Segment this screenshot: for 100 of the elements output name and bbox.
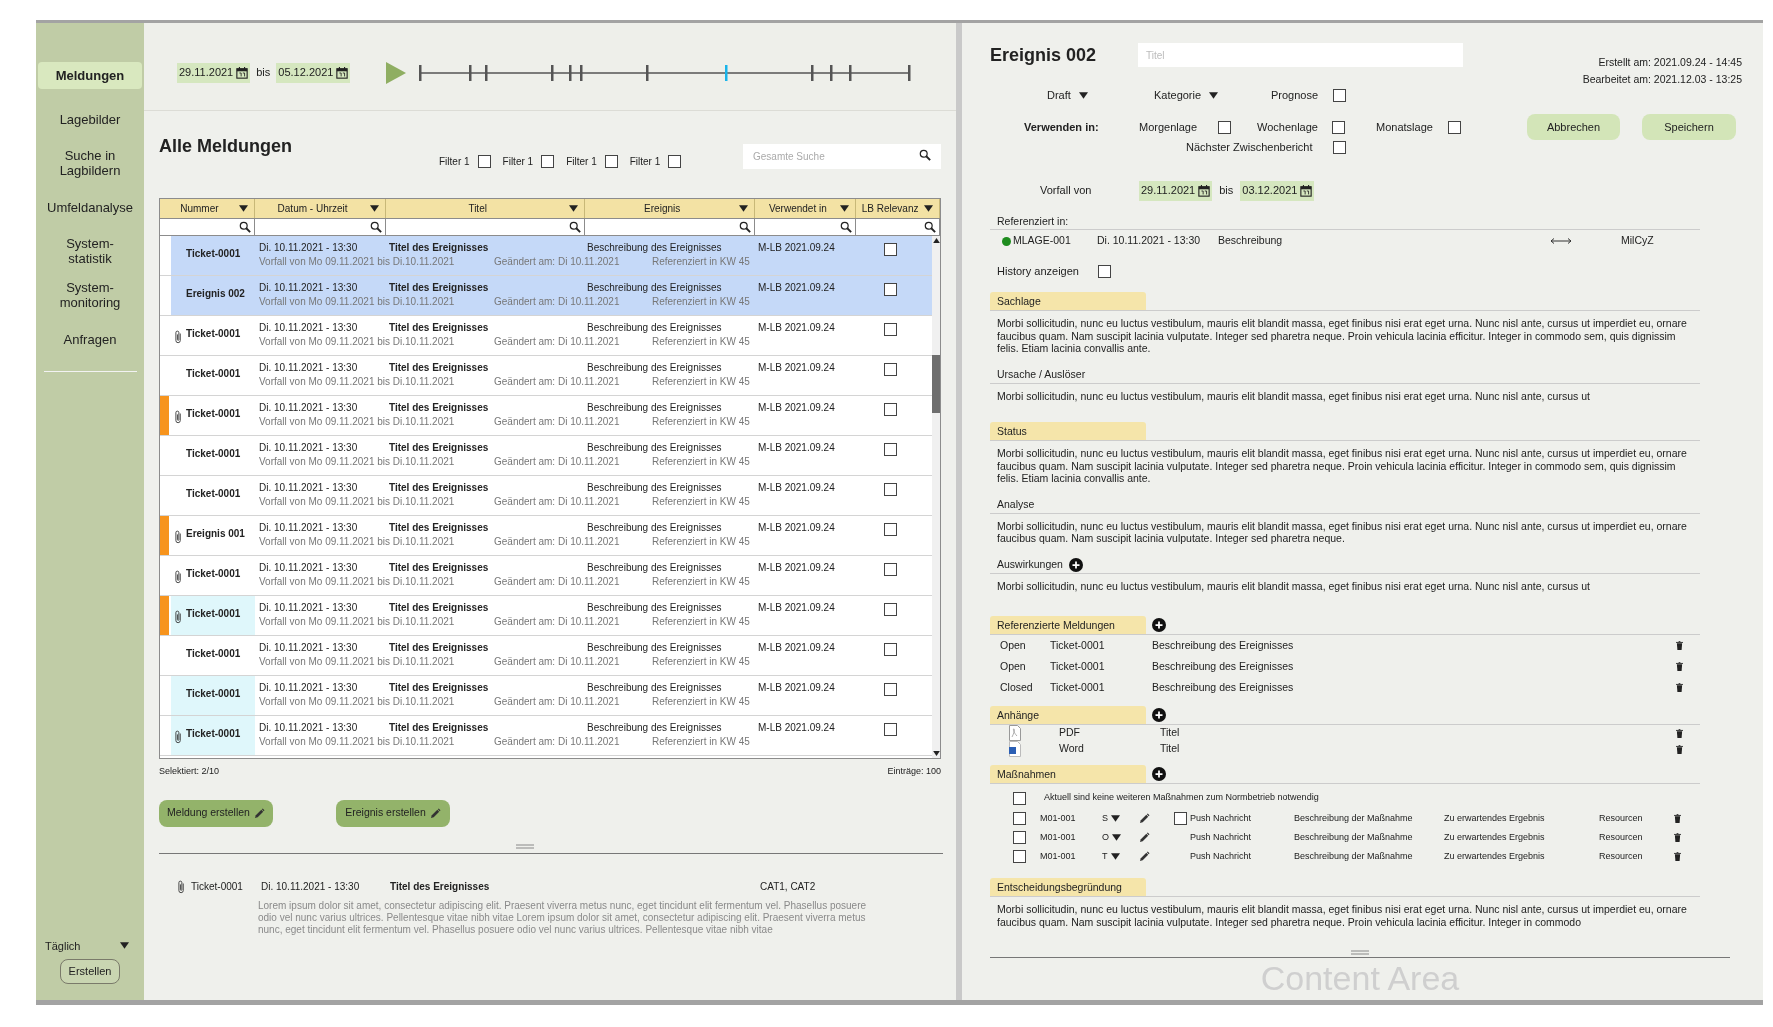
timeline-tick[interactable] xyxy=(485,64,488,81)
add-icon[interactable] xyxy=(1152,618,1166,632)
create-button[interactable]: Erstellen xyxy=(60,959,120,984)
table-row[interactable]: Ticket-0001 Di. 10.11.2021 - 13:30 Titel des Ereignisses Beschreibung des Ereignisses M-LB 2021.09.24 Vorfall von Mo 09.11.2021 bis Di.10.11.2021 Geändert am: Di 10.11.2021 Referenziert in KW 45 xyxy=(171,556,932,595)
caret-icon[interactable] xyxy=(840,205,850,212)
table-row[interactable]: Ticket-0001 Di. 10.11.2021 - 13:30 Titel des Ereignisses Beschreibung des Ereignisses M-LB 2021.09.24 Vorfall von Mo 09.11.2021 bis Di.10.11.2021 Geändert am: Di 10.11.2021 Referenziert in KW 45 xyxy=(171,676,932,715)
add-icon[interactable] xyxy=(1152,708,1166,722)
trash-icon[interactable] xyxy=(1676,683,1683,692)
table-row[interactable]: Ereignis 002 Di. 10.11.2021 - 13:30 Titel des Ereignisses Beschreibung des Ereignisses M-LB 2021.09.24 Vorfall von Mo 09.11.2021 bis Di.10.11.2021 Geändert am: Di 10.11.2021 Referenziert in KW 45 xyxy=(171,276,932,315)
checkbox[interactable] xyxy=(884,362,897,376)
checkbox[interactable] xyxy=(884,242,897,256)
sidebar-item[interactable]: Lagebilder xyxy=(38,111,142,127)
timeline-tick[interactable] xyxy=(419,64,422,81)
table-row[interactable]: Ticket-0001 Di. 10.11.2021 - 13:30 Titel des Ereignisses Beschreibung des Ereignisses M-LB 2021.09.24 Vorfall von Mo 09.11.2021 bis Di.10.11.2021 Geändert am: Di 10.11.2021 Referenziert in KW 45 xyxy=(171,436,932,475)
timeline-tick[interactable] xyxy=(849,64,852,81)
trash-icon[interactable] xyxy=(1674,814,1681,823)
sidebar-item[interactable]: System- monitoring xyxy=(38,280,142,310)
timeline-tick[interactable] xyxy=(469,64,472,81)
filter-checkbox[interactable] xyxy=(541,155,555,168)
checkbox[interactable] xyxy=(884,682,897,696)
search-icon[interactable] xyxy=(739,221,752,233)
timeline-tick[interactable] xyxy=(811,64,814,81)
timeline-tick[interactable] xyxy=(725,64,728,81)
table-row[interactable]: Ticket-0001 Di. 10.11.2021 - 13:30 Titel des Ereignisses Beschreibung des Ereignisses M-LB 2021.09.24 Vorfall von Mo 09.11.2021 bis Di.10.11.2021 Geändert am: Di 10.11.2021 Referenziert in KW 45 xyxy=(171,396,932,435)
sidebar-item[interactable]: System- statistik xyxy=(38,236,142,266)
trash-icon[interactable] xyxy=(1674,833,1681,842)
search-icon[interactable] xyxy=(238,221,251,233)
cancel-button[interactable]: Abbrechen xyxy=(1527,114,1620,140)
table-row[interactable]: Ereignis 001 Di. 10.11.2021 - 13:30 Titel des Ereignisses Beschreibung des Ereignisses M-LB 2021.09.24 Vorfall von Mo 09.11.2021 bis Di.10.11.2021 Geändert am: Di 10.11.2021 Referenziert in KW 45 xyxy=(171,516,932,555)
checkbox[interactable] xyxy=(884,722,897,736)
column-header[interactable]: Nummer xyxy=(160,199,255,218)
date-field[interactable]: 29.11.2021 xyxy=(1139,180,1213,201)
title-field[interactable]: Titel xyxy=(1138,43,1463,67)
table-row[interactable]: Ticket-0001 Di. 10.11.2021 - 13:30 Titel des Ereignisses Beschreibung des Ereignisses M-LB 2021.09.24 Vorfall von Mo 09.11.2021 bis Di.10.11.2021 Geändert am: Di 10.11.2021 Referenziert in KW 45 xyxy=(171,316,932,355)
table-row[interactable]: Ticket-0001 Di. 10.11.2021 - 13:30 Titel des Ereignisses Beschreibung des Ereignisses M-LB 2021.09.24 Vorfall von Mo 09.11.2021 bis Di.10.11.2021 Geändert am: Di 10.11.2021 Referenziert in KW 45 xyxy=(171,636,932,675)
timeline-tick[interactable] xyxy=(908,64,911,81)
create-button[interactable]: Meldung erstellen xyxy=(159,799,273,827)
sidebar-item[interactable]: Suche in Lagbildern xyxy=(38,148,142,178)
calendar-icon[interactable] xyxy=(1300,184,1313,197)
filter-checkbox[interactable] xyxy=(668,155,682,168)
search-icon[interactable] xyxy=(924,221,936,233)
checkbox[interactable] xyxy=(1098,264,1111,278)
caret-icon[interactable] xyxy=(1209,91,1219,99)
scroll-down-icon[interactable] xyxy=(932,751,940,756)
column-header[interactable]: Ereignis xyxy=(584,199,756,218)
table-row[interactable]: Ticket-0001 Di. 10.11.2021 - 13:30 Titel des Ereignisses Beschreibung des Ereignisses M-LB 2021.09.24 Vorfall von Mo 09.11.2021 bis Di.10.11.2021 Geändert am: Di 10.11.2021 Referenziert in KW 45 xyxy=(171,236,932,275)
sidebar-item[interactable]: Anfragen xyxy=(38,331,142,347)
search-icon[interactable] xyxy=(568,221,581,233)
calendar-icon[interactable] xyxy=(1198,184,1211,197)
sidebar-item[interactable]: Meldungen xyxy=(38,61,142,89)
checkbox[interactable] xyxy=(1013,831,1026,844)
priority-dropdown[interactable]: T xyxy=(1102,849,1120,864)
caret-icon[interactable] xyxy=(238,205,248,212)
checkbox[interactable] xyxy=(884,522,897,536)
checkbox[interactable] xyxy=(884,442,897,456)
caret-icon[interactable] xyxy=(370,205,380,212)
table-row[interactable]: Ticket-0001 Di. 10.11.2021 - 13:30 Titel des Ereignisses Beschreibung des Ereignisses M-LB 2021.09.24 Vorfall von Mo 09.11.2021 bis Di.10.11.2021 Geändert am: Di 10.11.2021 Referenziert in KW 45 xyxy=(171,356,932,395)
timeline-tick[interactable] xyxy=(830,64,833,81)
table-row[interactable]: Ticket-0001 Di. 10.11.2021 - 13:30 Titel des Ereignisses Beschreibung des Ereignisses M-LB 2021.09.24 Vorfall von Mo 09.11.2021 bis Di.10.11.2021 Geändert am: Di 10.11.2021 Referenziert in KW 45 xyxy=(171,596,932,635)
scroll-up-icon[interactable] xyxy=(932,238,940,243)
column-header[interactable]: Titel xyxy=(386,199,585,218)
calendar-icon[interactable] xyxy=(336,66,349,79)
create-button[interactable]: Ereignis erstellen xyxy=(336,799,450,827)
save-button[interactable]: Speichern xyxy=(1642,114,1736,140)
table-row[interactable]: Ticket-0001 Di. 10.11.2021 - 13:30 Titel des Ereignisses Beschreibung des Ereignisses M-LB 2021.09.24 Vorfall von Mo 09.11.2021 bis Di.10.11.2021 Geändert am: Di 10.11.2021 Referenziert in KW 45 xyxy=(171,476,932,515)
column-header[interactable]: Datum - Uhrzeit xyxy=(254,199,387,218)
priority-dropdown[interactable]: S xyxy=(1102,811,1120,826)
search-icon[interactable] xyxy=(840,221,853,233)
timeline[interactable] xyxy=(419,62,912,83)
push-checkbox[interactable] xyxy=(1174,812,1187,825)
checkbox[interactable] xyxy=(884,642,897,656)
category-dropdown[interactable]: Kategorie xyxy=(1154,86,1219,104)
checkbox[interactable] xyxy=(1333,140,1346,154)
date-field[interactable]: 03.12.2021 xyxy=(1240,180,1315,201)
priority-dropdown[interactable]: O xyxy=(1102,830,1121,845)
checkbox[interactable] xyxy=(884,562,897,576)
status-dropdown[interactable]: Draft xyxy=(1047,86,1088,104)
search-icon[interactable] xyxy=(370,221,383,233)
checkbox[interactable] xyxy=(884,402,897,416)
pencil-icon[interactable] xyxy=(1139,832,1150,843)
date-field[interactable]: 29.11.2021 xyxy=(177,62,251,83)
sidebar-item[interactable]: Umfeldanalyse xyxy=(38,199,142,215)
trash-icon[interactable] xyxy=(1676,728,1683,738)
timeline-tick[interactable] xyxy=(551,64,554,81)
caret-icon[interactable] xyxy=(120,942,129,950)
caret-icon[interactable] xyxy=(739,205,749,212)
pencil-icon[interactable] xyxy=(1139,851,1150,862)
column-header[interactable]: LB Relevanz xyxy=(856,199,940,218)
scrollbar[interactable] xyxy=(932,236,940,758)
column-header[interactable]: Verwendet in xyxy=(755,199,857,218)
filter-checkbox[interactable] xyxy=(477,155,491,168)
interval-dropdown[interactable]: Täglich xyxy=(45,937,129,954)
checkbox[interactable] xyxy=(1332,120,1345,134)
trash-icon[interactable] xyxy=(1674,852,1681,861)
pencil-icon[interactable] xyxy=(1139,813,1150,824)
timeline-tick[interactable] xyxy=(569,64,572,81)
caret-icon[interactable] xyxy=(1110,853,1120,860)
checkbox[interactable] xyxy=(1013,791,1026,805)
timeline-tick[interactable] xyxy=(646,64,649,81)
checkbox[interactable] xyxy=(884,602,897,616)
